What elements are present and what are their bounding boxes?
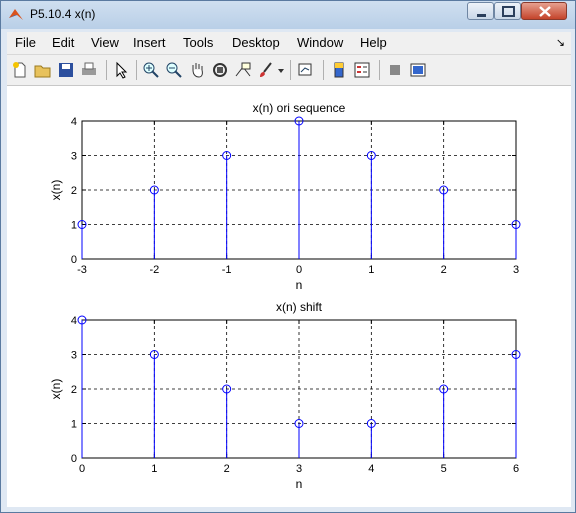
minimize-button[interactable]	[467, 2, 494, 20]
toolbar-separator	[379, 60, 380, 80]
toolbar-separator	[136, 60, 137, 80]
menu-desktop[interactable]: Desktop	[232, 35, 280, 50]
dock-arrow-icon[interactable]: ↘	[556, 36, 565, 49]
x-tick-label: 2	[441, 264, 447, 276]
save-icon[interactable]	[57, 61, 75, 79]
close-icon	[539, 6, 551, 17]
y-tick-label: 4	[71, 116, 77, 128]
x-tick-label: 4	[368, 463, 374, 475]
x-tick-label: 0	[296, 264, 302, 276]
figure-canvas[interactable]: -3 -2 -1 0 1 2 3 0 1 2 3 4 x(n) ori sequence n x(n) 0 1 2…	[7, 86, 571, 507]
y-tick-label: 2	[71, 384, 77, 396]
x-axis-label: n	[296, 477, 303, 491]
maximize-button[interactable]	[494, 2, 521, 20]
menu-file[interactable]: File	[15, 35, 36, 50]
y-tick-label: 3	[71, 350, 77, 362]
toolbar-separator	[323, 60, 324, 80]
menu-insert[interactable]: Insert	[133, 35, 166, 50]
y-axis-label: x(n)	[49, 180, 63, 201]
zoom-in-icon[interactable]	[142, 61, 160, 79]
pan-hand-icon[interactable]	[188, 61, 206, 79]
y-tick-label: 3	[71, 151, 77, 163]
plot-title: x(n) ori sequence	[253, 101, 346, 115]
maximize-icon	[502, 6, 515, 17]
x-tick-label: 3	[296, 463, 302, 475]
x-tick-label: 3	[513, 264, 519, 276]
hide-plot-tools-icon[interactable]	[386, 61, 404, 79]
y-tick-label: 4	[71, 315, 77, 327]
toolbar-separator	[290, 60, 291, 80]
minimize-icon	[477, 14, 486, 17]
x-tick-label: -3	[77, 264, 87, 276]
x-axis-label: n	[296, 278, 303, 292]
x-tick-label: 0	[79, 463, 85, 475]
y-tick-label: 1	[71, 220, 77, 232]
window-title: P5.10.4 x(n)	[30, 7, 96, 21]
menu-help[interactable]: Help	[360, 35, 387, 50]
x-tick-label: 6	[513, 463, 519, 475]
zoom-out-icon[interactable]	[165, 61, 183, 79]
y-axis-label: x(n)	[49, 379, 63, 400]
x-tick-label: 1	[151, 463, 157, 475]
insert-legend-icon[interactable]	[353, 61, 371, 79]
matlab-icon	[9, 9, 23, 20]
y-tick-label: 1	[71, 419, 77, 431]
y-tick-label: 0	[71, 453, 77, 465]
figure-window: P5.10.4 x(n) File Edit View Insert Tools…	[0, 0, 576, 513]
x-tick-label: 2	[224, 463, 230, 475]
link-plot-icon[interactable]	[297, 61, 315, 79]
y-tick-label: 0	[71, 254, 77, 266]
show-plot-tools-icon[interactable]	[409, 61, 427, 79]
plot-area: -3 -2 -1 0 1 2 3 0 1 2 3 4 x(n) ori sequence n x(n) 0 1 2…	[49, 101, 521, 491]
y-tick-label: 2	[71, 185, 77, 197]
x-tick-label: -1	[222, 264, 232, 276]
menu-bar: File Edit View Insert Tools Desktop Wind…	[7, 32, 571, 55]
insert-colorbar-icon[interactable]	[330, 61, 348, 79]
pointer-icon[interactable]	[112, 61, 130, 79]
plot-title: x(n) shift	[276, 300, 323, 314]
x-tick-label: 1	[368, 264, 374, 276]
x-tick-label: 5	[441, 463, 447, 475]
open-file-icon[interactable]	[34, 61, 52, 79]
figure-toolbar	[7, 55, 571, 86]
brush-dropdown-icon[interactable]	[277, 61, 285, 79]
menu-edit[interactable]: Edit	[52, 35, 74, 50]
menu-view[interactable]: View	[91, 35, 119, 50]
data-cursor-icon[interactable]	[234, 61, 252, 79]
menu-tools[interactable]: Tools	[183, 35, 213, 50]
x-tick-label: -2	[149, 264, 159, 276]
close-button[interactable]	[521, 2, 567, 20]
toolbar-separator	[106, 60, 107, 80]
title-bar[interactable]: P5.10.4 x(n)	[1, 1, 575, 29]
print-icon[interactable]	[80, 61, 98, 79]
menu-window[interactable]: Window	[297, 35, 343, 50]
new-figure-icon[interactable]	[11, 61, 29, 79]
rotate-3d-icon[interactable]	[211, 61, 229, 79]
brush-icon[interactable]	[257, 61, 275, 79]
